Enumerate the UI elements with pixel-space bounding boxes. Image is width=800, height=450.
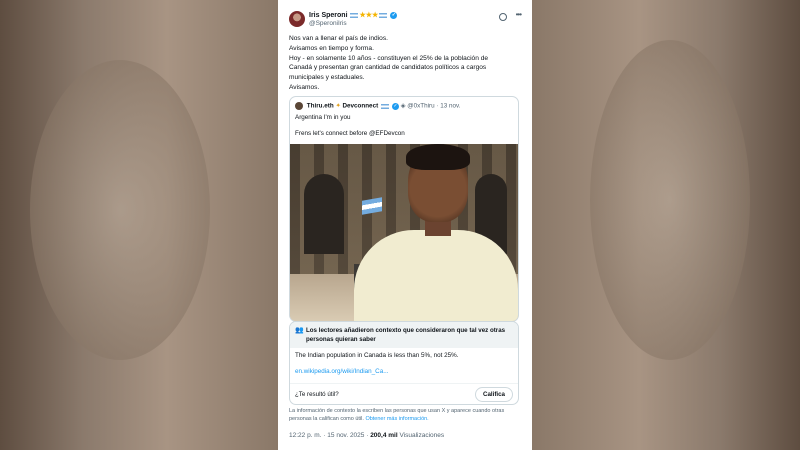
tweet-header: Iris Speroni ★★★ ✓ @SperoniIris ••• — [289, 10, 522, 30]
learn-more-link[interactable]: Obtener más información. — [365, 416, 428, 422]
view-count: 200,4 mil — [370, 432, 398, 439]
helpful-question: ¿Te resultó útil? — [295, 391, 339, 398]
tweet-line: Avisamos en tiempo y forma. — [289, 44, 374, 52]
views-label: Visualizaciones — [399, 432, 445, 439]
community-note-footer: ¿Te resultó útil? Califica — [290, 383, 518, 404]
argentina-flag-icon — [350, 12, 359, 18]
photo-person-shirt — [354, 230, 518, 321]
quoted-author-handle: @0xThiru — [407, 102, 435, 110]
tweet-text: Nos van a llenar el país de indios. Avis… — [289, 34, 521, 93]
tweet-line: Nos van a llenar el país de indios. — [289, 35, 388, 42]
sparkles-icon: ✦ — [335, 102, 341, 110]
photo-person-hair — [406, 144, 470, 170]
quoted-author-avatar — [295, 102, 303, 110]
quoted-tweet-line: Argentina I'm in you — [295, 114, 351, 121]
people-icon: 👥 — [295, 327, 304, 334]
community-note-title: Los lectores añadieron contexto que cons… — [306, 327, 506, 343]
rate-button[interactable]: Califica — [474, 387, 513, 402]
tweet-line: Canadá y presentan gran cantidad de cand… — [289, 64, 487, 72]
quoted-tweet[interactable]: Thiru.eth ✦ Devconnect ✓ ◈ @0xThiru · 13… — [289, 96, 519, 322]
more-options-icon[interactable]: ••• — [516, 10, 522, 19]
tweet-meta: 12:22 p. m. · 15 nov. 2025 · 200,4 mil V… — [289, 432, 444, 439]
quoted-tweet-line: Frens let's connect before @EFDevcon — [295, 130, 405, 137]
community-note: 👥 Los lectores añadieron contexto que co… — [289, 321, 519, 405]
community-note-disclaimer: La información de contexto la escriben l… — [289, 408, 521, 423]
photo-arch — [304, 174, 344, 254]
community-note-header: 👥 Los lectores añadieron contexto que co… — [290, 322, 518, 348]
affiliate-badge-icon: ◈ — [400, 102, 406, 110]
background-blur-shape — [590, 40, 750, 360]
background-blur-shape — [30, 60, 210, 360]
quoted-author-name-suffix: Devconnect — [342, 102, 379, 110]
quoted-tweet-date: · 13 nov. — [436, 102, 461, 110]
grok-icon[interactable] — [499, 13, 507, 21]
author-handle[interactable]: @SperoniIris — [309, 20, 347, 27]
quoted-author-name: Thiru.eth — [306, 102, 334, 110]
tweet-timestamp[interactable]: 12:22 p. m. · 15 nov. 2025 · — [289, 432, 368, 439]
author-name[interactable]: Iris Speroni — [309, 12, 348, 19]
quoted-tweet-photo[interactable] — [290, 144, 518, 321]
community-note-body: The Indian population in Canada is less … — [295, 352, 459, 359]
argentina-flag-icon — [379, 12, 388, 18]
star-icon: ★ — [372, 12, 379, 19]
verified-badge-icon: ✓ — [390, 11, 398, 19]
tweet-line: municipales y estaduales. — [289, 74, 365, 82]
tweet-card: Iris Speroni ★★★ ✓ @SperoniIris ••• Nos v… — [278, 0, 532, 450]
quoted-tweet-header: Thiru.eth ✦ Devconnect ✓ ◈ @0xThiru · 13… — [295, 102, 460, 110]
author-name-row[interactable]: Iris Speroni ★★★ ✓ — [309, 11, 398, 19]
argentina-flag-icon — [380, 103, 389, 109]
verified-badge-icon: ✓ — [391, 102, 399, 110]
tweet-line: Avisamos. — [289, 83, 320, 91]
author-avatar[interactable] — [289, 11, 305, 27]
tweet-line: Hoy - en solamente 10 años - constituyen… — [289, 54, 489, 62]
community-note-source-link[interactable]: en.wikipedia.org/wiki/Indian_Ca... — [295, 368, 388, 375]
